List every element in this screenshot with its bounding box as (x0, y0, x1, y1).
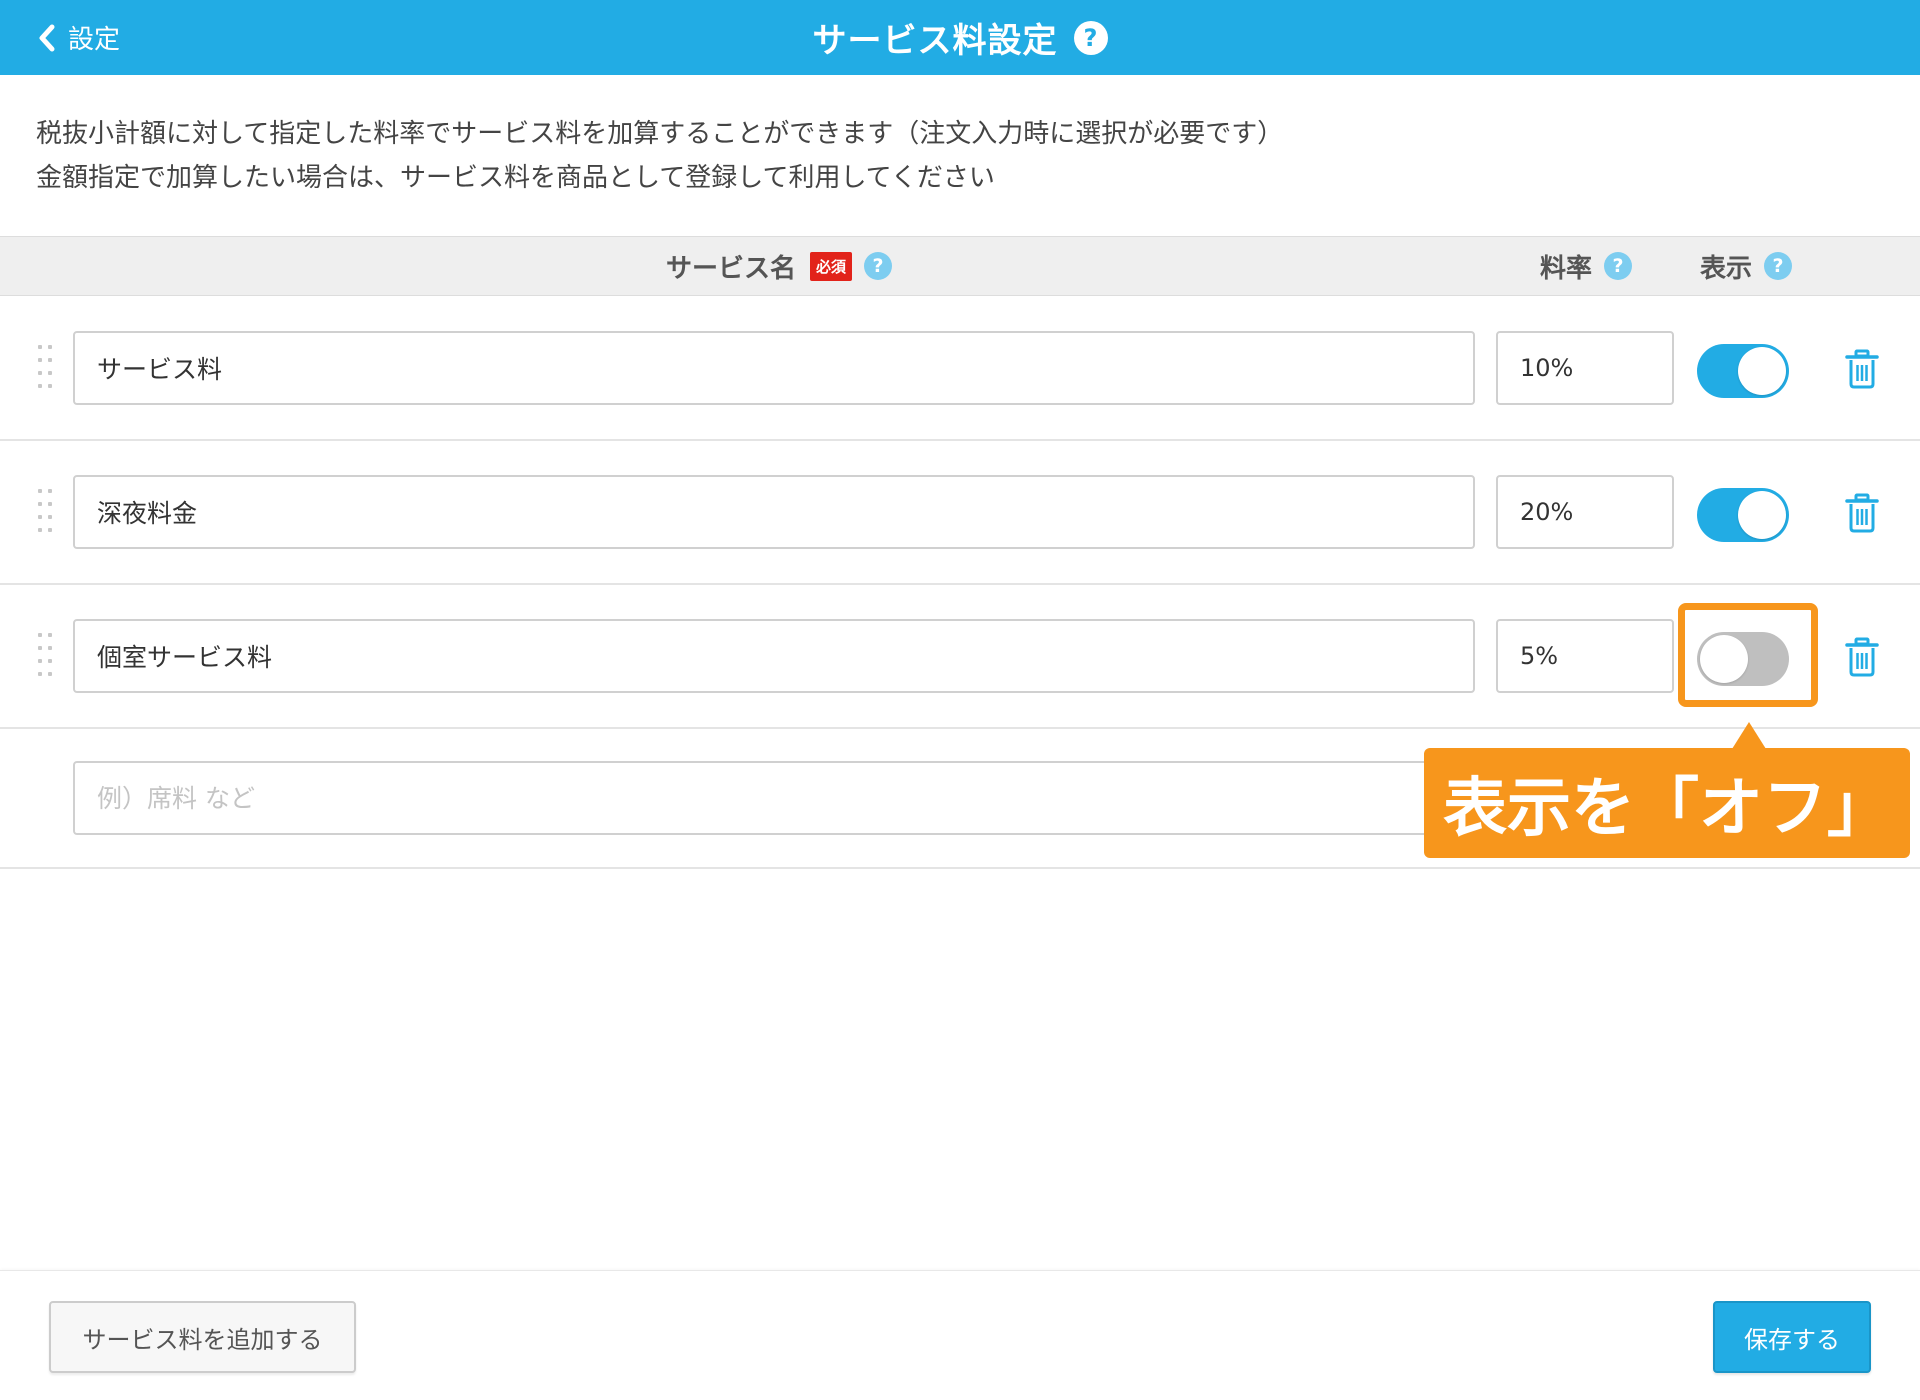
description: 税抜小計額に対して指定した料率でサービス料を加算することができます（注文入力時に… (36, 112, 1283, 200)
table-header: サービス名 必須 ? 料率 ? 表示 ? (0, 236, 1920, 296)
drag-handle-icon[interactable] (38, 489, 52, 537)
name-help-icon[interactable]: ? (864, 252, 893, 280)
service-name-input[interactable] (73, 331, 1475, 405)
drag-handle-icon[interactable] (38, 345, 52, 393)
column-header-rate-label: 料率 (1540, 253, 1593, 284)
toggle-knob (1738, 347, 1786, 395)
column-header-show: 表示 ? (1700, 237, 1793, 295)
annotation-callout: 表示を「オフ」 (1424, 748, 1910, 858)
toggle-knob (1738, 491, 1786, 539)
description-line-2: 金額指定で加算したい場合は、サービス料を商品として登録して利用してください (36, 163, 995, 193)
column-header-rate: 料率 ? (1540, 237, 1633, 295)
column-header-show-label: 表示 (1700, 253, 1753, 284)
rate-input[interactable] (1496, 331, 1674, 405)
description-line-1: 税抜小計額に対して指定した料率でサービス料を加算することができます（注文入力時に… (36, 119, 1284, 149)
column-header-name: サービス名 必須 ? (666, 237, 893, 295)
visibility-toggle[interactable] (1697, 344, 1789, 398)
table-row (0, 585, 1920, 729)
table-row (0, 297, 1920, 441)
add-service-button[interactable]: サービス料を追加する (49, 1301, 356, 1373)
rate-input[interactable] (1496, 619, 1674, 693)
visibility-toggle[interactable] (1697, 488, 1789, 542)
rate-input[interactable] (1496, 475, 1674, 549)
new-service-name-input[interactable] (73, 761, 1475, 835)
app-header: 設定 サービス料設定 ? (0, 0, 1920, 75)
save-button[interactable]: 保存する (1713, 1301, 1871, 1373)
show-help-icon[interactable]: ? (1764, 252, 1793, 280)
trash-icon[interactable] (1845, 637, 1879, 677)
rate-help-icon[interactable]: ? (1604, 252, 1633, 280)
callout-pointer (1732, 722, 1766, 749)
column-header-name-label: サービス名 (666, 253, 797, 284)
title-wrap: サービス料設定 ? (0, 0, 1920, 75)
service-name-input[interactable] (73, 619, 1475, 693)
required-badge: 必須 (810, 251, 853, 281)
table-row (0, 441, 1920, 585)
page-title: サービス料設定 (812, 21, 1058, 61)
help-icon[interactable]: ? (1073, 20, 1108, 55)
service-name-input[interactable] (73, 475, 1475, 549)
drag-handle-icon[interactable] (38, 633, 52, 681)
toggle-highlight-box (1678, 603, 1818, 707)
trash-icon[interactable] (1845, 349, 1879, 389)
trash-icon[interactable] (1845, 493, 1879, 533)
footer-bar: サービス料を追加する 保存する (0, 1270, 1920, 1400)
